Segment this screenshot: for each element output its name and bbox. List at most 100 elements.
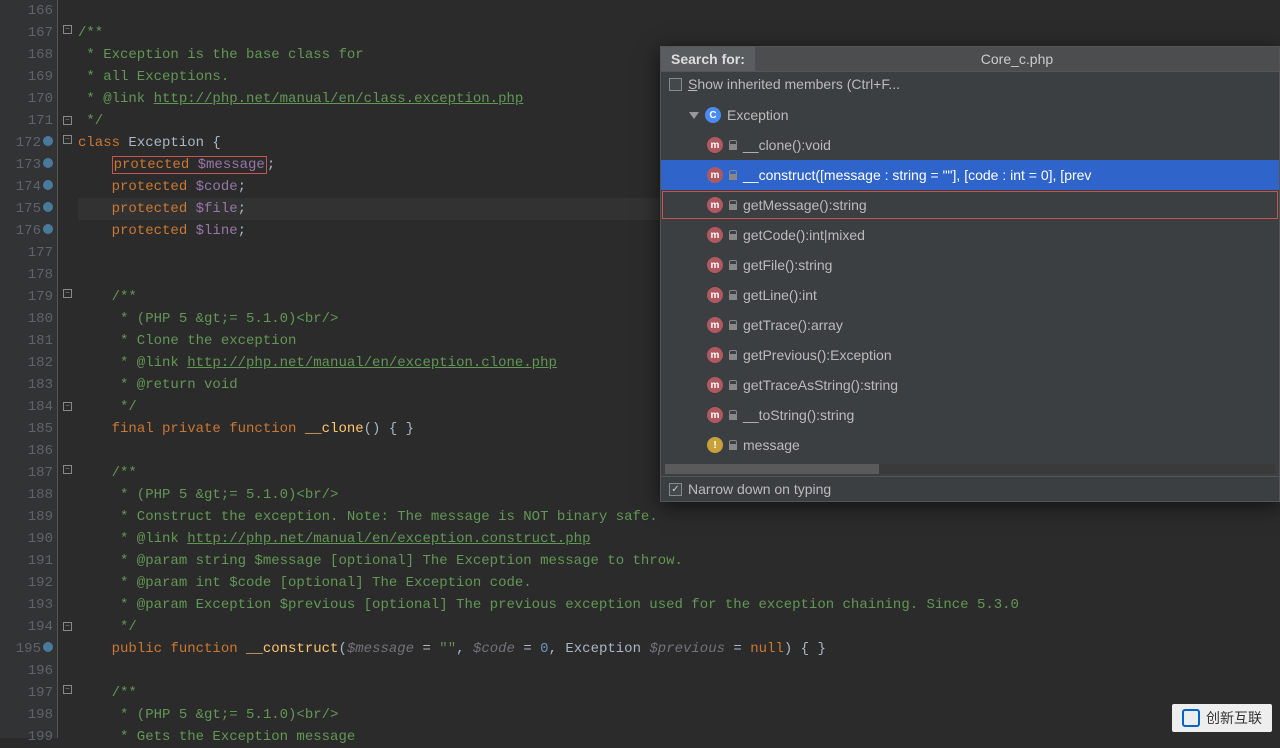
line-number[interactable]: 198 (0, 704, 53, 726)
tree-member-row[interactable]: getPrevious():Exception (661, 340, 1279, 370)
code-token: http://php.net/manual/en/exception.const… (187, 531, 590, 547)
line-number[interactable]: 177 (0, 242, 53, 264)
code-token: , Exception (549, 641, 650, 657)
code-line[interactable]: −/** (78, 22, 1019, 44)
tree-member-row[interactable]: getTrace():array (661, 310, 1279, 340)
override-marker-icon[interactable] (43, 180, 53, 190)
code-line[interactable]: − */ (78, 616, 1019, 638)
code-token: * @link (78, 355, 187, 371)
line-number[interactable]: 183 (0, 374, 53, 396)
code-token: http://php.net/manual/en/class.exception… (154, 91, 524, 107)
line-number[interactable]: 169 (0, 66, 53, 88)
line-number-gutter[interactable]: 1661671681691701711721731741751761771781… (0, 0, 58, 738)
code-line[interactable] (78, 0, 1019, 22)
line-number[interactable]: 171 (0, 110, 53, 132)
member-label: getFile():string (743, 257, 832, 273)
line-number[interactable]: 180 (0, 308, 53, 330)
method-icon (707, 227, 723, 243)
override-marker-icon[interactable] (43, 202, 53, 212)
tree-member-row[interactable]: getFile():string (661, 250, 1279, 280)
method-icon (707, 137, 723, 153)
code-line[interactable]: * @param int $code [optional] The Except… (78, 572, 1019, 594)
tree-member-row[interactable]: __clone():void (661, 130, 1279, 160)
code-line[interactable]: public function __construct($message = "… (78, 638, 1019, 660)
horizontal-scrollbar[interactable] (665, 464, 1275, 474)
tree-member-row[interactable]: getTraceAsString():string (661, 370, 1279, 400)
code-line[interactable] (78, 660, 1019, 682)
line-number[interactable]: 197 (0, 682, 53, 704)
line-number[interactable]: 188 (0, 484, 53, 506)
tree-member-row[interactable]: __toString():string (661, 400, 1279, 430)
override-marker-icon[interactable] (43, 158, 53, 168)
lock-icon (729, 260, 737, 270)
line-number[interactable]: 173 (0, 154, 53, 176)
tree-member-row[interactable]: getMessage():string (661, 190, 1279, 220)
line-number[interactable]: 178 (0, 264, 53, 286)
code-token: 0 (540, 641, 548, 657)
fold-toggle-icon[interactable]: − (63, 116, 72, 125)
fold-toggle-icon[interactable]: − (63, 289, 72, 298)
line-number[interactable]: 185 (0, 418, 53, 440)
tree-member-row[interactable]: getCode():int|mixed (661, 220, 1279, 250)
show-inherited-checkbox[interactable] (669, 78, 682, 91)
override-marker-icon[interactable] (43, 642, 53, 652)
line-number[interactable]: 186 (0, 440, 53, 462)
code-line[interactable]: * @link http://php.net/manual/en/excepti… (78, 528, 1019, 550)
line-number[interactable]: 176 (0, 220, 53, 242)
line-number[interactable]: 187 (0, 462, 53, 484)
line-number[interactable]: 182 (0, 352, 53, 374)
code-line[interactable]: − /** (78, 682, 1019, 704)
fold-toggle-icon[interactable]: − (63, 622, 72, 631)
code-token: __clone (305, 421, 364, 437)
tree-member-row[interactable]: __construct([message : string = ""], [co… (661, 160, 1279, 190)
lock-icon (729, 410, 737, 420)
fold-toggle-icon[interactable]: − (63, 135, 72, 144)
line-number[interactable]: 195 (0, 638, 53, 660)
member-label: getMessage():string (743, 197, 867, 213)
override-marker-icon[interactable] (43, 224, 53, 234)
line-number[interactable]: 166 (0, 0, 53, 22)
line-number[interactable]: 199 (0, 726, 53, 748)
line-number[interactable]: 172 (0, 132, 53, 154)
code-line[interactable]: * @param Exception $previous [optional] … (78, 594, 1019, 616)
code-line[interactable]: * (PHP 5 &gt;= 5.1.0)<br/> (78, 704, 1019, 726)
code-line[interactable]: * @param string $message [optional] The … (78, 550, 1019, 572)
watermark-logo-icon (1182, 709, 1200, 727)
fold-toggle-icon[interactable]: − (63, 685, 72, 694)
line-number[interactable]: 193 (0, 594, 53, 616)
code-line[interactable]: * Construct the exception. Note: The mes… (78, 506, 1019, 528)
tree-class-row[interactable]: CException (661, 100, 1279, 130)
tree-member-row[interactable]: getLine():int (661, 280, 1279, 310)
line-number[interactable]: 174 (0, 176, 53, 198)
scrollbar-thumb[interactable] (665, 464, 879, 474)
code-line[interactable]: * Gets the Exception message (78, 726, 1019, 748)
fold-toggle-icon[interactable]: − (63, 402, 72, 411)
line-number[interactable]: 179 (0, 286, 53, 308)
fold-toggle-icon[interactable]: − (63, 465, 72, 474)
line-number[interactable]: 194 (0, 616, 53, 638)
search-for-label: Search for: (661, 47, 755, 71)
line-number[interactable]: 181 (0, 330, 53, 352)
line-number[interactable]: 191 (0, 550, 53, 572)
line-number[interactable]: 189 (0, 506, 53, 528)
fold-toggle-icon[interactable]: − (63, 25, 72, 34)
line-number[interactable]: 190 (0, 528, 53, 550)
code-token: protected (112, 223, 196, 239)
override-marker-icon[interactable] (43, 136, 53, 146)
line-number[interactable]: 184 (0, 396, 53, 418)
expand-icon[interactable] (689, 112, 699, 119)
line-number[interactable]: 167 (0, 22, 53, 44)
show-inherited-row[interactable]: Show inherited members (Ctrl+F... (661, 72, 1279, 96)
line-number[interactable]: 170 (0, 88, 53, 110)
narrow-checkbox[interactable]: ✓ (669, 483, 682, 496)
lock-icon (729, 290, 737, 300)
line-number[interactable]: 196 (0, 660, 53, 682)
tree-member-row[interactable]: message (661, 430, 1279, 460)
line-number[interactable]: 175 (0, 198, 53, 220)
member-list[interactable]: CException__clone():void__construct([mes… (661, 96, 1279, 464)
line-number[interactable]: 168 (0, 44, 53, 66)
member-label: getCode():int|mixed (743, 227, 865, 243)
code-token: ) { } (784, 641, 826, 657)
line-number[interactable]: 192 (0, 572, 53, 594)
lock-icon (729, 440, 737, 450)
